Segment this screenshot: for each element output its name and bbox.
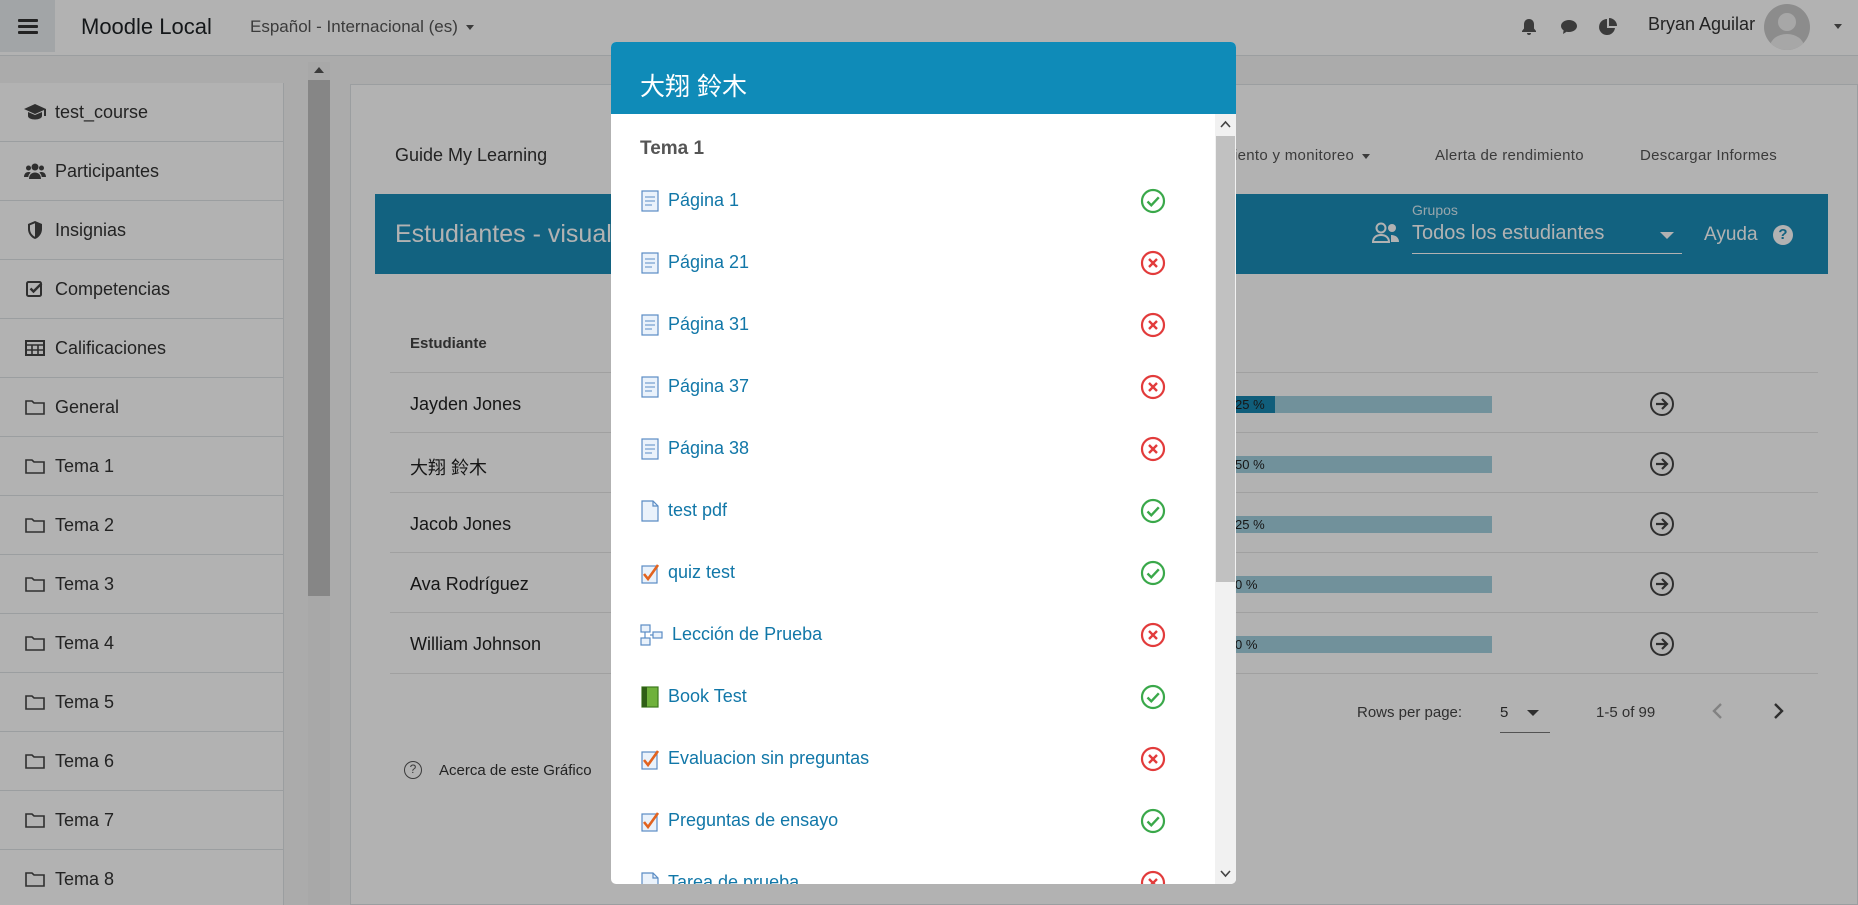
page-icon <box>641 438 659 460</box>
list-item: Página 37 <box>611 368 1211 408</box>
modal-scrollbar-thumb[interactable] <box>1216 136 1235 582</box>
modal-header: 大翔 鈴木 <box>611 42 1236 114</box>
list-item: Página 38 <box>611 430 1211 470</box>
page-icon <box>641 190 659 212</box>
activity-link[interactable]: Página 38 <box>668 438 749 459</box>
file-icon <box>641 500 659 522</box>
activity-link[interactable]: Página 31 <box>668 314 749 335</box>
x-circle-icon <box>1140 374 1166 400</box>
check-circle-icon <box>1140 498 1166 524</box>
file-icon <box>641 872 659 884</box>
check-circle-icon <box>1140 684 1166 710</box>
quiz-icon <box>641 564 660 584</box>
student-progress-modal: 大翔 鈴木 Tema 1 Página 1 Página 21 Página 3… <box>611 42 1236 884</box>
activity-link[interactable]: Página 37 <box>668 376 749 397</box>
activity-link[interactable]: Página 1 <box>668 190 739 211</box>
lesson-icon <box>640 624 663 646</box>
list-item: Evaluacion sin preguntas <box>611 740 1211 780</box>
chevron-down-icon[interactable] <box>1219 867 1232 880</box>
quiz-icon <box>641 812 660 832</box>
page-icon <box>641 314 659 336</box>
x-circle-icon <box>1140 312 1166 338</box>
list-item: Página 21 <box>611 244 1211 284</box>
list-item: Página 1 <box>611 182 1211 222</box>
modal-body: Tema 1 Página 1 Página 21 Página 31 Pági… <box>611 114 1236 884</box>
section-title: Tema 1 <box>640 138 705 159</box>
check-circle-icon <box>1140 808 1166 834</box>
chevron-up-icon[interactable] <box>1219 118 1232 131</box>
activity-link[interactable]: Evaluacion sin preguntas <box>668 748 869 769</box>
activity-link[interactable]: Book Test <box>668 686 747 707</box>
activity-link[interactable]: Preguntas de ensayo <box>668 810 838 831</box>
check-circle-icon <box>1140 188 1166 214</box>
activity-link[interactable]: quiz test <box>668 562 735 583</box>
activity-link[interactable]: Tarea de prueba <box>668 872 799 884</box>
activity-link[interactable]: Página 21 <box>668 252 749 273</box>
x-circle-icon <box>1140 250 1166 276</box>
list-item: Preguntas de ensayo <box>611 802 1211 842</box>
page-icon <box>641 252 659 274</box>
x-circle-icon <box>1140 436 1166 462</box>
list-item: quiz test <box>611 554 1211 594</box>
x-circle-icon <box>1140 746 1166 772</box>
list-item: Lección de Prueba <box>611 616 1211 656</box>
activity-link[interactable]: Lección de Prueba <box>672 624 822 645</box>
x-circle-icon <box>1140 870 1166 884</box>
check-circle-icon <box>1140 560 1166 586</box>
activity-link[interactable]: test pdf <box>668 500 727 521</box>
quiz-icon <box>641 750 660 770</box>
page-icon <box>641 376 659 398</box>
list-item: Tarea de prueba <box>611 864 1211 884</box>
list-item: Book Test <box>611 678 1211 718</box>
book-icon <box>641 686 659 708</box>
list-item: test pdf <box>611 492 1211 532</box>
x-circle-icon <box>1140 622 1166 648</box>
modal-scrollbar[interactable] <box>1215 114 1236 884</box>
list-item: Página 31 <box>611 306 1211 346</box>
modal-title: 大翔 鈴木 <box>640 73 747 101</box>
